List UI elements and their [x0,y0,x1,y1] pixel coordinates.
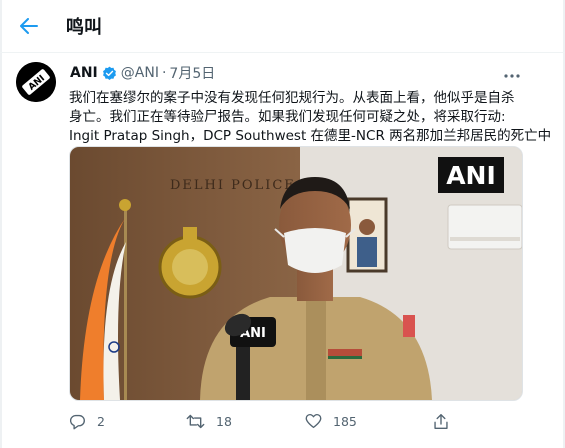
back-arrow-icon [20,18,38,34]
retweet-count: 18 [216,414,232,429]
left-border [0,0,2,448]
media-photo: DELHI POLICE ANI ANI [70,147,522,400]
author-handle[interactable]: @ANI [121,65,159,81]
ani-logo-icon: ANI [16,62,56,102]
reply-count: 2 [97,414,105,429]
tweet-text-line: 身亡。我们正在等待验尸报告。如果我们发现任何可疑之处，将采取行动: [69,109,506,125]
like-button[interactable]: 185 [305,413,357,429]
tweet-actions: 2 18 185 [69,413,509,433]
more-options-button[interactable] [504,64,520,83]
meta-separator: · [161,65,167,81]
tweet-media-image[interactable]: DELHI POLICE ANI ANI [69,146,523,401]
more-dots-icon [504,74,520,78]
back-button[interactable] [14,11,44,41]
tweet-text-line: Ingit Pratap Singh，DCP Southwest 在德里-NCR… [69,128,552,144]
page-title: 鸣叫 [66,17,102,38]
wall-sign-text: DELHI POLICE [170,178,296,193]
avatar[interactable]: ANI [16,62,56,102]
retweet-button[interactable]: 18 [186,413,232,430]
reply-icon [69,414,85,430]
verified-badge-icon [102,66,117,81]
tweet-date[interactable]: 7月5日 [169,63,215,83]
page-header: 鸣叫 [0,0,565,53]
tweet-meta: ANI @ANI · 7月5日 [70,63,215,83]
like-count: 185 [333,413,357,429]
tweet-text: 我们在塞缪尔的案子中没有发现任何犯规行为。从表面上看，他似乎是自杀 身亡。我们正… [69,89,552,146]
heart-icon [305,413,322,429]
share-icon [434,414,448,429]
ani-watermark-text: ANI [446,161,496,190]
reply-button[interactable]: 2 [69,413,105,430]
author-name[interactable]: ANI [70,65,98,81]
retweet-icon [186,414,205,429]
share-button[interactable] [433,413,460,430]
tweet-text-line: 我们在塞缪尔的案子中没有发现任何犯规行为。从表面上看，他似乎是自杀 [69,90,515,106]
